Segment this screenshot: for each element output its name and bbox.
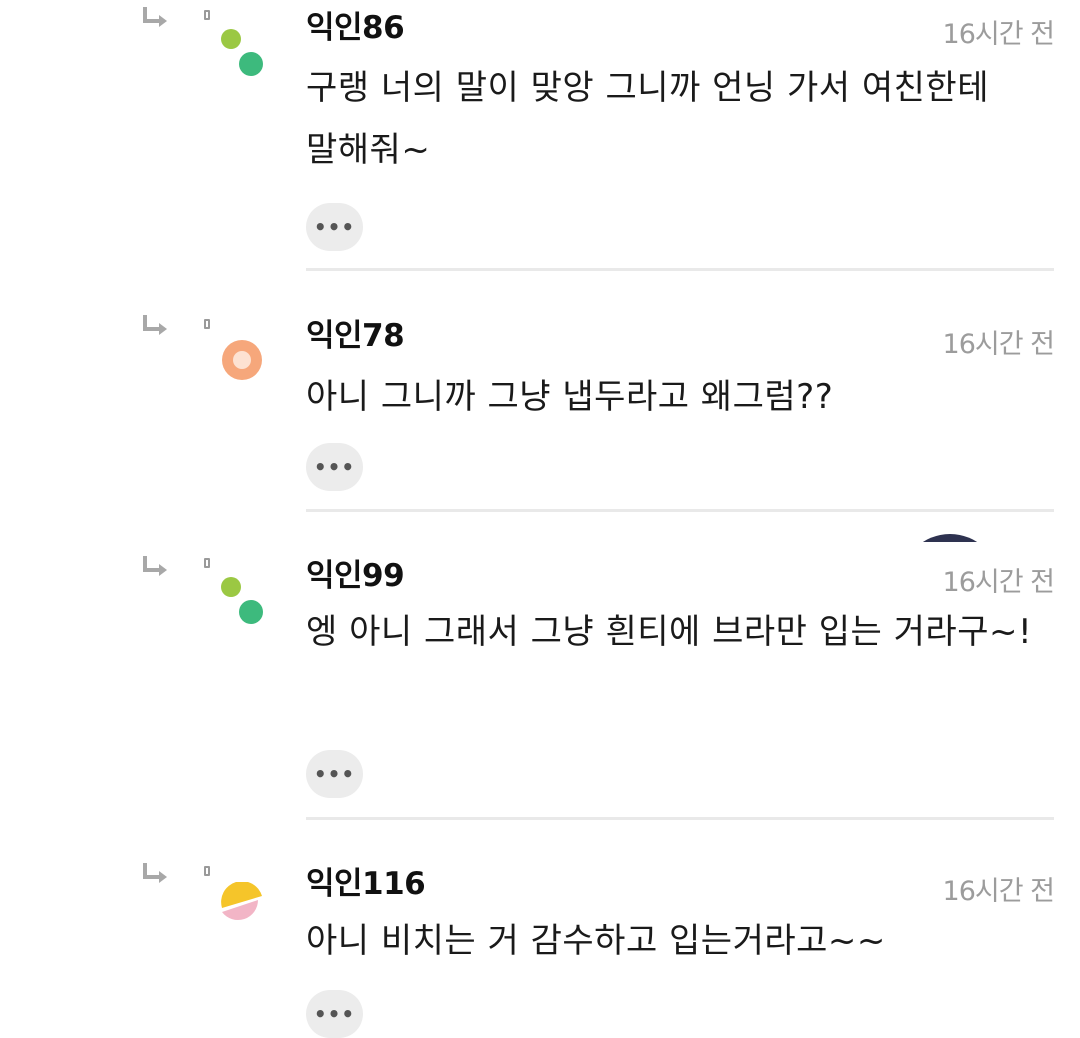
- avatar[interactable]: [216, 572, 268, 624]
- avatar[interactable]: [216, 334, 268, 386]
- comment-nickname[interactable]: 익인78: [306, 310, 405, 355]
- comment-text: 아니 그니까 그냥 냅두라고 왜그럼??: [306, 377, 834, 417]
- comment-time: 16시간 전: [942, 567, 1055, 598]
- reply-arrow-icon: [143, 863, 167, 883]
- marker-icon: [204, 319, 210, 329]
- more-button[interactable]: •••: [306, 990, 363, 1038]
- comment-nickname[interactable]: 익인99: [306, 550, 405, 595]
- comment-text: 구랭 너의 말이 맞앙 그니까 언닝 가서 여친한테 말해줘~: [306, 68, 989, 170]
- divider: [306, 509, 1054, 512]
- comment-time: 16시간 전: [942, 329, 1055, 360]
- reply-arrow-icon: [143, 556, 167, 576]
- more-dots-icon: •••: [313, 215, 356, 239]
- marker-icon: [204, 558, 210, 568]
- comment-time: 16시간 전: [942, 876, 1055, 907]
- reply-arrow-icon: [143, 7, 167, 27]
- marker-icon: [204, 10, 210, 20]
- more-button[interactable]: •••: [306, 203, 363, 251]
- comment-text: 엥 아니 그래서 그냥 흰티에 브라만 입는 거라구~!: [306, 612, 1033, 652]
- more-button[interactable]: •••: [306, 750, 363, 798]
- reply-arrow-icon: [143, 315, 167, 335]
- comment-time: 16시간 전: [942, 19, 1055, 50]
- divider: [306, 817, 1054, 820]
- more-dots-icon: •••: [313, 1002, 356, 1026]
- comment-text: 아니 비치는 거 감수하고 입는거라고~~: [306, 921, 886, 961]
- more-dots-icon: •••: [313, 762, 356, 786]
- avatar[interactable]: [216, 882, 268, 934]
- marker-icon: [204, 866, 210, 876]
- comment-nickname[interactable]: 익인116: [306, 858, 426, 903]
- comment-nickname[interactable]: 익인86: [306, 2, 405, 47]
- more-button[interactable]: •••: [306, 443, 363, 491]
- divider: [306, 268, 1054, 271]
- avatar[interactable]: [216, 24, 268, 76]
- more-dots-icon: •••: [313, 455, 356, 479]
